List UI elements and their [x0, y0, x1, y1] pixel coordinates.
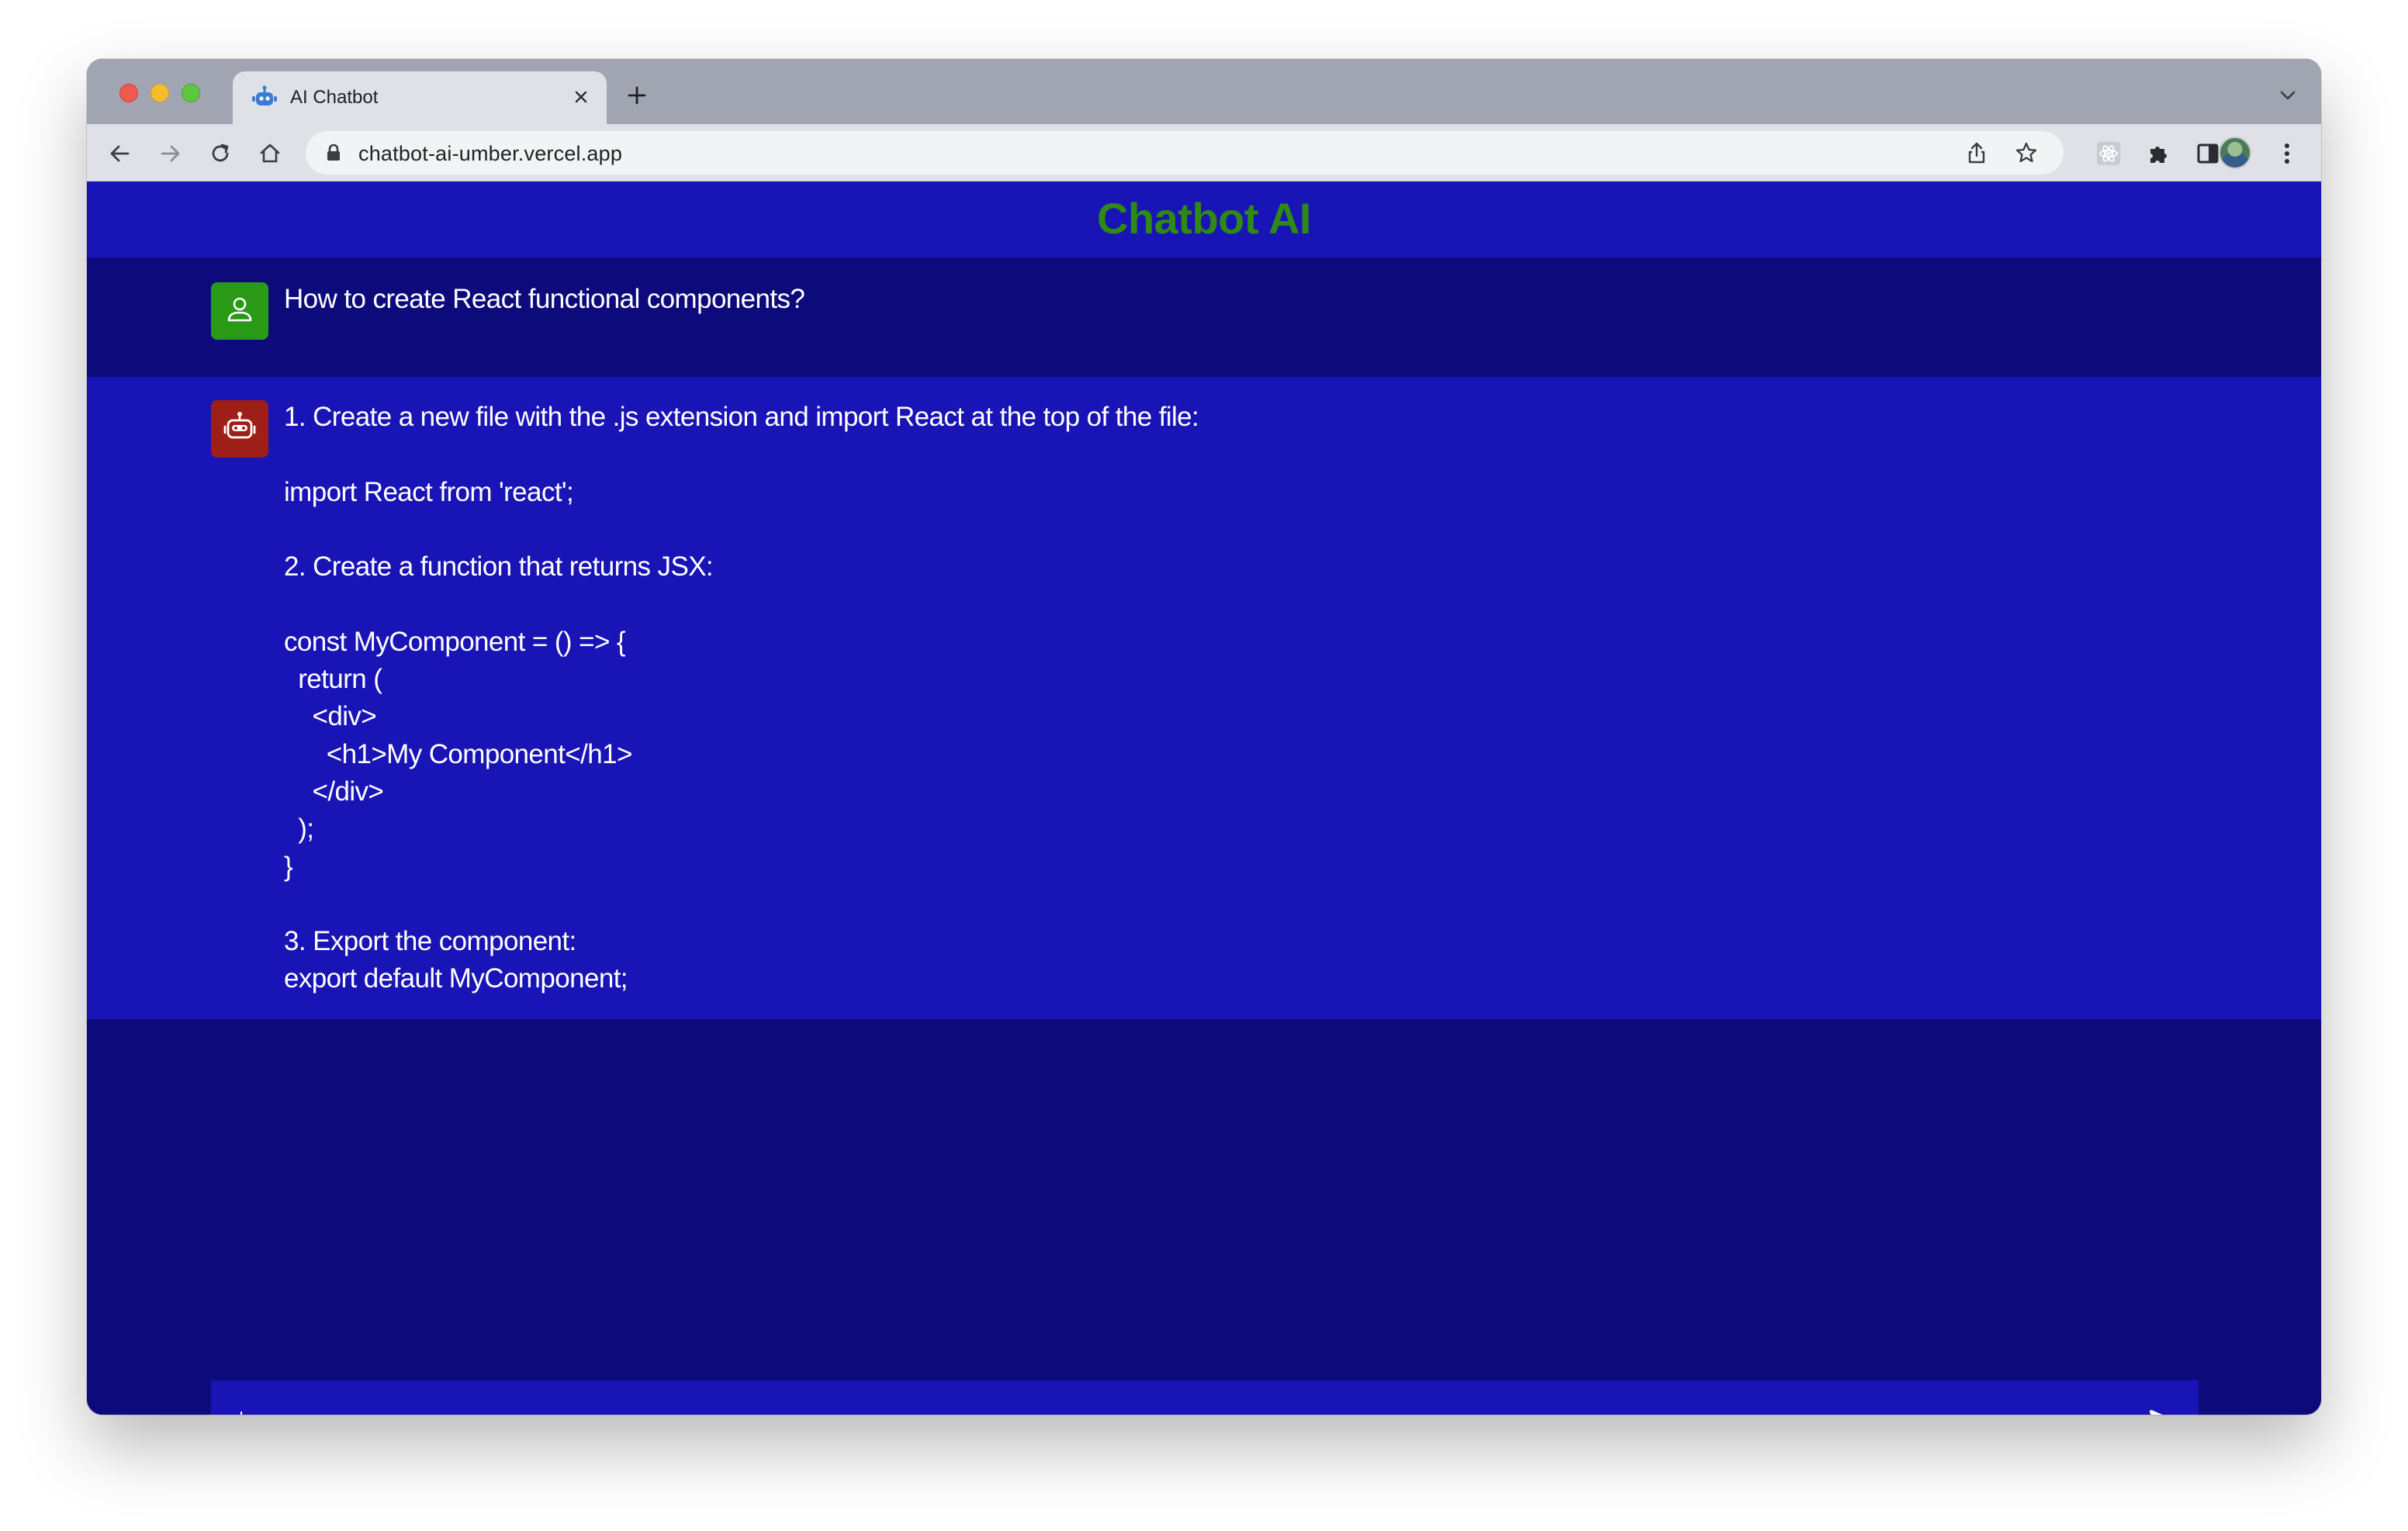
chat-input[interactable] [239, 1401, 2123, 1415]
browser-tab-active[interactable]: AI Chatbot [233, 71, 607, 124]
bot-message-text: 1. Create a new file with the .js extens… [284, 402, 1199, 994]
address-bar[interactable]: chatbot-ai-umber.vercel.app [306, 131, 2064, 175]
app-header: Chatbot AI [87, 181, 2321, 257]
text-caret [240, 1412, 242, 1415]
minimize-window-button[interactable] [150, 84, 169, 102]
browser-window: AI Chatbot chatbot-ai-umber.vercel.app C… [87, 59, 2321, 1415]
share-icon[interactable] [1963, 139, 1991, 167]
page-title: Chatbot AI [1097, 194, 1311, 243]
browser-menu-kebab-icon[interactable] [2270, 137, 2304, 171]
robot-favicon-icon [251, 85, 278, 110]
extensions-puzzle-icon[interactable] [2141, 137, 2175, 171]
back-arrow-icon[interactable] [102, 137, 137, 171]
react-devtools-icon[interactable] [2091, 137, 2126, 171]
close-tab-icon[interactable] [569, 85, 593, 109]
tab-title: AI Chatbot [290, 87, 379, 108]
profile-avatar[interactable] [2219, 137, 2251, 169]
user-icon [224, 294, 255, 329]
browser-toolbar: chatbot-ai-umber.vercel.app [87, 124, 2321, 181]
close-window-button[interactable] [119, 84, 138, 102]
lock-icon[interactable] [326, 143, 341, 162]
reload-icon[interactable] [203, 137, 237, 171]
user-message-text: How to create React functional component… [284, 284, 805, 314]
tab-search-chevron-down-icon[interactable] [2275, 82, 2301, 109]
forward-arrow-icon[interactable] [154, 137, 188, 171]
url-text: chatbot-ai-umber.vercel.app [358, 142, 623, 165]
send-icon[interactable] [2146, 1404, 2189, 1415]
bot-message-row: 1. Create a new file with the .js extens… [87, 377, 2321, 1019]
chat-input-bar [211, 1381, 2199, 1415]
home-icon[interactable] [253, 137, 287, 171]
bookmark-star-icon[interactable] [2012, 139, 2040, 167]
new-tab-plus-icon[interactable] [622, 81, 652, 110]
tab-strip: AI Chatbot [87, 59, 2321, 124]
bot-avatar [211, 400, 268, 458]
maximize-window-button[interactable] [182, 84, 200, 102]
user-message-row: How to create React functional component… [87, 257, 2321, 377]
robot-icon [222, 410, 258, 449]
chat-page: Chatbot AI How to create React functiona… [87, 181, 2321, 1415]
user-avatar [211, 282, 268, 340]
